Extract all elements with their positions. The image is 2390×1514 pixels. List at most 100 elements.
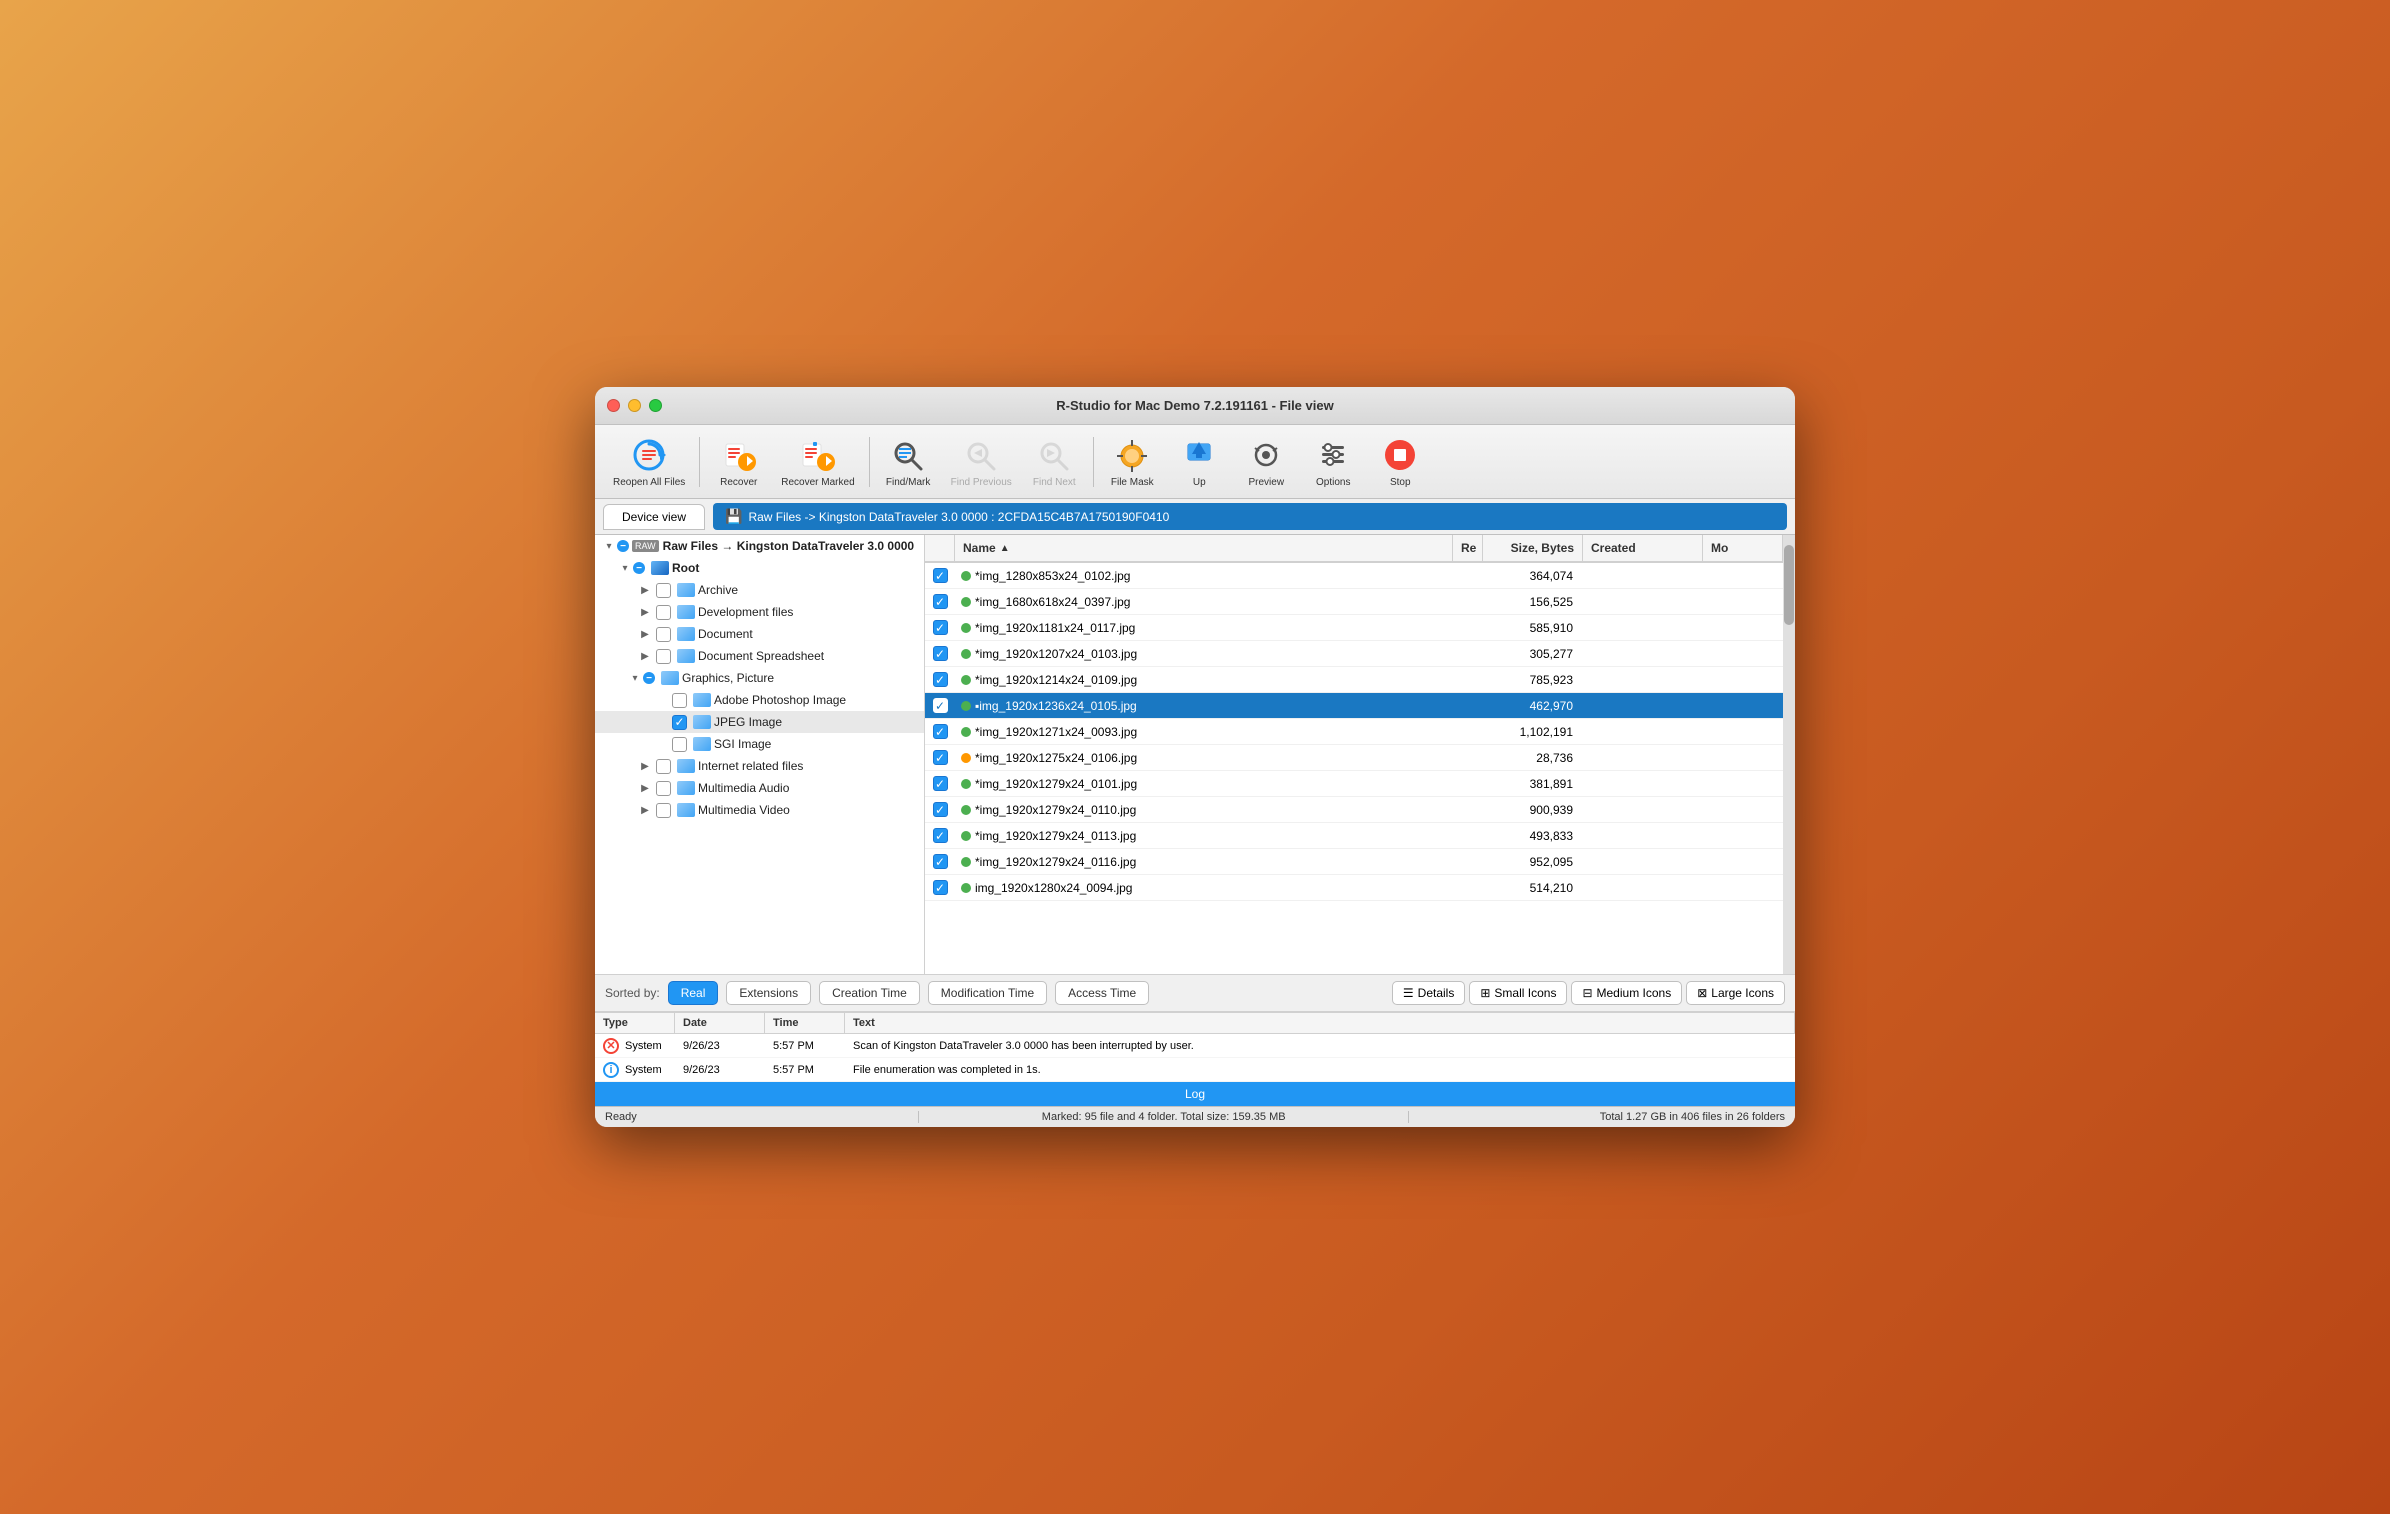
maximize-button[interactable] <box>649 399 662 412</box>
file-row-5[interactable]: ✓ ▪img_1920x1236x24_0105.jpg 462,970 <box>925 693 1783 719</box>
file-check-12[interactable]: ✓ <box>925 880 955 895</box>
find-next-button[interactable]: Find Next <box>1022 431 1087 492</box>
expand-sgi[interactable] <box>653 736 669 752</box>
tree-item-multimedia-video[interactable]: ▶ Multimedia Video <box>595 799 924 821</box>
tree-item-document[interactable]: ▶ Document <box>595 623 924 645</box>
tree-item-archive[interactable]: ▶ Archive <box>595 579 924 601</box>
file-check-6[interactable]: ✓ <box>925 724 955 739</box>
cb-archive[interactable] <box>656 583 671 598</box>
tree-item-adobe[interactable]: Adobe Photoshop Image <box>595 689 924 711</box>
file-check-9[interactable]: ✓ <box>925 802 955 817</box>
tree-item-multimedia-audio[interactable]: ▶ Multimedia Audio <box>595 777 924 799</box>
cb-multimedia-video[interactable] <box>656 803 671 818</box>
expand-archive[interactable]: ▶ <box>637 582 653 598</box>
file-row-9[interactable]: ✓ *img_1920x1279x24_0110.jpg 900,939 <box>925 797 1783 823</box>
col-header-size[interactable]: Size, Bytes <box>1483 535 1583 561</box>
scrollbar-track[interactable] <box>1783 535 1795 974</box>
col-header-name[interactable]: Name ▲ <box>955 535 1453 561</box>
expand-root[interactable]: ▾ <box>601 538 617 554</box>
file-check-11[interactable]: ✓ <box>925 854 955 869</box>
file-row-1[interactable]: ✓ *img_1680x618x24_0397.jpg 156,525 <box>925 589 1783 615</box>
minimize-button[interactable] <box>628 399 641 412</box>
expand-adobe[interactable] <box>653 692 669 708</box>
reopen-all-files-button[interactable]: Reopen All Files <box>605 431 693 492</box>
expand-multimedia-video[interactable]: ▶ <box>637 802 653 818</box>
sort-modification-time-button[interactable]: Modification Time <box>928 981 1047 1005</box>
expand-document[interactable]: ▶ <box>637 626 653 642</box>
expand-root-folder[interactable]: ▾ <box>617 560 633 576</box>
close-button[interactable] <box>607 399 620 412</box>
file-check-3[interactable]: ✓ <box>925 646 955 661</box>
file-check-5[interactable]: ✓ <box>925 698 955 713</box>
tree-sgi-label: SGI Image <box>714 737 771 751</box>
details-view-button[interactable]: ☰ Details <box>1392 981 1465 1005</box>
col-header-modified[interactable]: Mo <box>1703 535 1783 561</box>
expand-multimedia-audio[interactable]: ▶ <box>637 780 653 796</box>
find-mark-button[interactable]: Find/Mark <box>876 431 941 492</box>
cb-doc-spreadsheet[interactable] <box>656 649 671 664</box>
preview-button[interactable]: Preview <box>1234 431 1299 492</box>
find-mark-label: Find/Mark <box>886 477 930 488</box>
cb-document[interactable] <box>656 627 671 642</box>
scrollbar-thumb[interactable] <box>1784 545 1794 625</box>
file-row-3[interactable]: ✓ *img_1920x1207x24_0103.jpg 305,277 <box>925 641 1783 667</box>
file-check-8[interactable]: ✓ <box>925 776 955 791</box>
cb-dev-files[interactable] <box>656 605 671 620</box>
medium-icons-view-button[interactable]: ⊟ Medium Icons <box>1571 981 1682 1005</box>
file-row-10[interactable]: ✓ *img_1920x1279x24_0113.jpg 493,833 <box>925 823 1783 849</box>
up-button[interactable]: Up <box>1167 431 1232 492</box>
find-previous-button[interactable]: Find Previous <box>943 431 1020 492</box>
large-icons-view-button[interactable]: ⊠ Large Icons <box>1686 981 1785 1005</box>
file-row-7[interactable]: ✓ *img_1920x1275x24_0106.jpg 28,736 <box>925 745 1783 771</box>
file-check-1[interactable]: ✓ <box>925 594 955 609</box>
file-row-12[interactable]: ✓ img_1920x1280x24_0094.jpg 514,210 <box>925 875 1783 901</box>
expand-doc-spreadsheet[interactable]: ▶ <box>637 648 653 664</box>
file-row-2[interactable]: ✓ *img_1920x1181x24_0117.jpg 585,910 <box>925 615 1783 641</box>
tree-item-jpeg[interactable]: ✓ JPEG Image <box>595 711 924 733</box>
tree-item-dev-files[interactable]: ▶ Development files <box>595 601 924 623</box>
file-row-6[interactable]: ✓ *img_1920x1271x24_0093.jpg 1,102,191 <box>925 719 1783 745</box>
small-icons-view-button[interactable]: ⊞ Small Icons <box>1469 981 1567 1005</box>
file-check-4[interactable]: ✓ <box>925 672 955 687</box>
recover-button[interactable]: Recover <box>706 431 771 492</box>
tree-item-doc-spreadsheet[interactable]: ▶ Document Spreadsheet <box>595 645 924 667</box>
sort-access-time-button[interactable]: Access Time <box>1055 981 1149 1005</box>
log-toggle-button[interactable]: Log <box>595 1082 1795 1106</box>
tree-item-graphics[interactable]: ▾ − Graphics, Picture <box>595 667 924 689</box>
file-row-0[interactable]: ✓ *img_1280x853x24_0102.jpg 364,074 <box>925 563 1783 589</box>
file-row-8[interactable]: ✓ *img_1920x1279x24_0101.jpg 381,891 <box>925 771 1783 797</box>
expand-graphics[interactable]: ▾ <box>627 670 643 686</box>
file-check-7[interactable]: ✓ <box>925 750 955 765</box>
expand-jpeg[interactable] <box>653 714 669 730</box>
file-check-2[interactable]: ✓ <box>925 620 955 635</box>
tree-item-root[interactable]: ▾ − Root <box>595 557 924 579</box>
stop-button[interactable]: Stop <box>1368 431 1433 492</box>
file-mask-button[interactable]: File Mask <box>1100 431 1165 492</box>
sort-real-button[interactable]: Real <box>668 981 719 1005</box>
col-header-created[interactable]: Created <box>1583 535 1703 561</box>
expand-internet[interactable]: ▶ <box>637 758 653 774</box>
file-check-0[interactable]: ✓ <box>925 568 955 583</box>
file-check-10[interactable]: ✓ <box>925 828 955 843</box>
options-button[interactable]: Options <box>1301 431 1366 492</box>
file-row-11[interactable]: ✓ *img_1920x1279x24_0116.jpg 952,095 <box>925 849 1783 875</box>
expand-dev-files[interactable]: ▶ <box>637 604 653 620</box>
log-text-0: Scan of Kingston DataTraveler 3.0 0000 h… <box>845 1037 1795 1055</box>
file-row-4[interactable]: ✓ *img_1920x1214x24_0109.jpg 785,923 <box>925 667 1783 693</box>
tree-root-item[interactable]: ▾ − RAW Raw Files → Kingston DataTravele… <box>595 535 924 557</box>
cb-multimedia-audio[interactable] <box>656 781 671 796</box>
cb-adobe[interactable] <box>672 693 687 708</box>
tree-item-sgi[interactable]: SGI Image <box>595 733 924 755</box>
cb-internet[interactable] <box>656 759 671 774</box>
file-list-scroll[interactable]: ✓ *img_1280x853x24_0102.jpg 364,074 ✓ *i… <box>925 563 1783 974</box>
document-folder-icon <box>677 627 695 641</box>
cb-jpeg[interactable]: ✓ <box>672 715 687 730</box>
recover-marked-button[interactable]: Recover Marked <box>773 431 862 492</box>
tree-item-internet[interactable]: ▶ Internet related files <box>595 755 924 777</box>
col-header-re[interactable]: Re <box>1453 535 1483 561</box>
device-view-tab[interactable]: Device view <box>603 504 705 530</box>
sort-creation-time-button[interactable]: Creation Time <box>819 981 920 1005</box>
cb-sgi[interactable] <box>672 737 687 752</box>
sort-extensions-button[interactable]: Extensions <box>726 981 811 1005</box>
doc-spreadsheet-folder-icon <box>677 649 695 663</box>
